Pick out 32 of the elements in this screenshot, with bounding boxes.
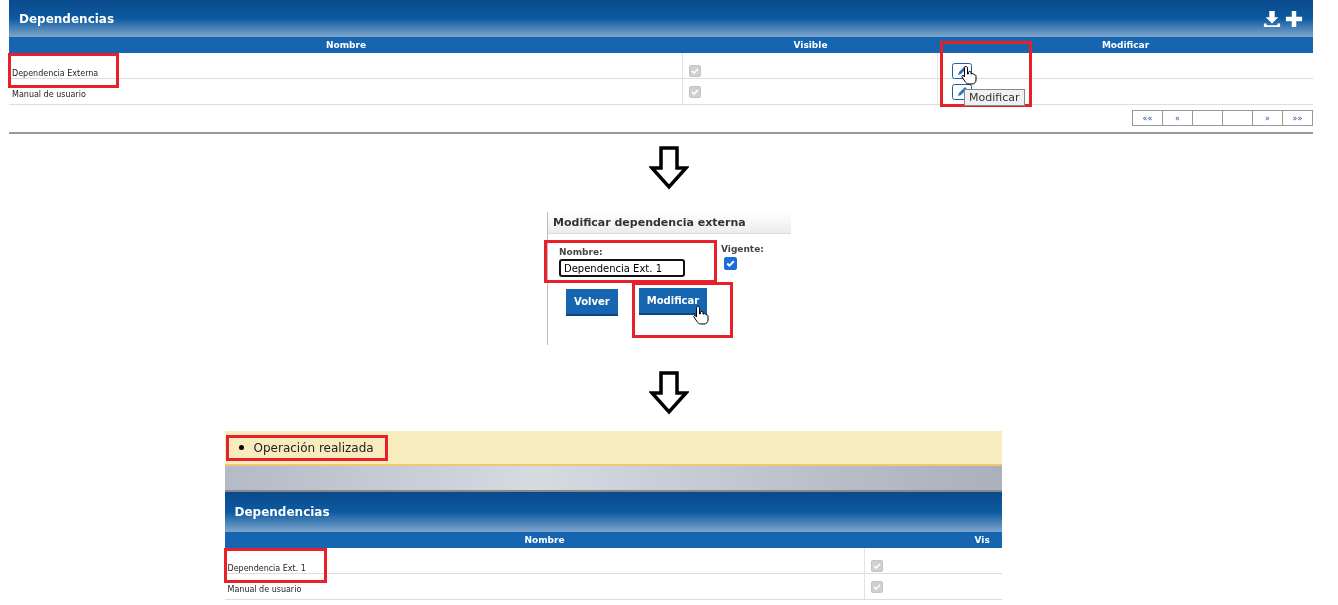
bullet-icon <box>238 445 244 450</box>
down-arrow-icon <box>649 146 689 190</box>
download-icon[interactable] <box>1263 9 1281 28</box>
name-cell: Manual de usuario <box>12 90 86 99</box>
panel-title: Dependencias <box>234 505 330 519</box>
column-header: Nombre <box>523 535 566 545</box>
name-cell: Manual de usuario <box>227 585 302 594</box>
plus-icon[interactable] <box>1285 9 1303 28</box>
field-label: Nombre: <box>559 247 604 257</box>
name-cell: Dependencia Externa <box>12 69 99 78</box>
column-header: Vis <box>973 535 991 545</box>
down-arrow-icon <box>649 371 689 415</box>
hand-cursor-icon <box>961 65 977 85</box>
field-label: Vigente: <box>721 244 764 254</box>
back-button[interactable]: Volver <box>566 289 618 316</box>
page-field[interactable] <box>1222 110 1253 126</box>
page-field[interactable] <box>1192 110 1223 126</box>
success-message: Operación realizada <box>253 440 374 455</box>
column-header: Nombre <box>324 40 368 50</box>
tooltip: Modificar <box>964 89 1025 106</box>
panel-title: Dependencias <box>19 11 115 26</box>
column-header: Visible <box>792 40 829 50</box>
pager-button[interactable]: « <box>1162 110 1193 126</box>
modify-button[interactable]: Modificar <box>638 288 708 315</box>
vigente-checkbox[interactable] <box>724 257 737 270</box>
name-field[interactable]: Dependencia Ext. 1 <box>559 259 685 277</box>
name-cell: Dependencia Ext. 1 <box>227 564 306 573</box>
pager-button[interactable]: «« <box>1132 110 1163 126</box>
hand-cursor-icon <box>692 305 709 325</box>
pager-button[interactable]: »» <box>1282 110 1313 126</box>
column-header: Modificar <box>1100 40 1151 50</box>
pager-button[interactable]: » <box>1252 110 1283 126</box>
